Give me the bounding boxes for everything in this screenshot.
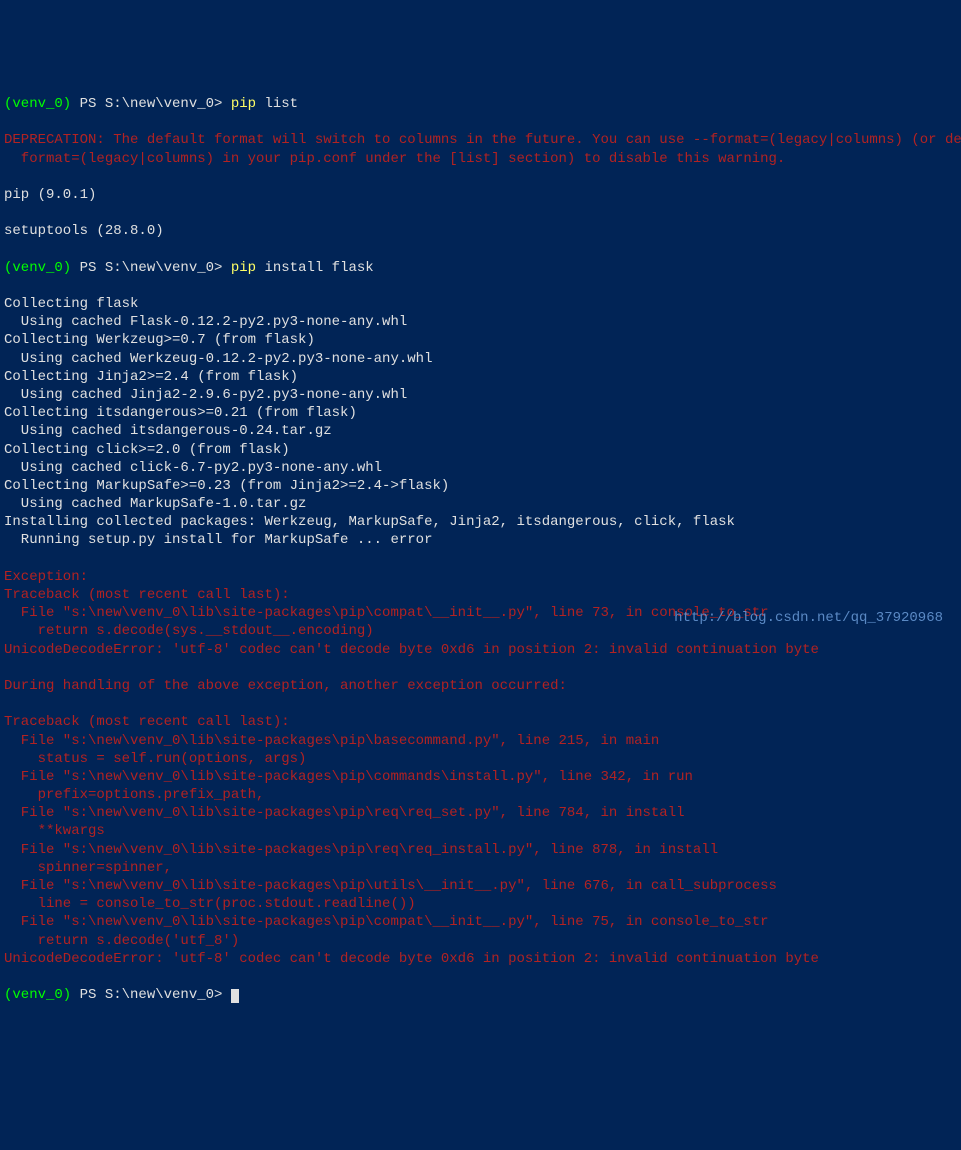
install-line: Using cached Werkzeug-0.12.2-py2.py3-non… <box>4 350 957 368</box>
deprecation-warning: DEPRECATION: The default format will swi… <box>4 131 957 167</box>
install-line: Using cached click-6.7-py2.py3-none-any.… <box>4 459 957 477</box>
error-output-block: Exception:Traceback (most recent call la… <box>4 568 957 968</box>
venv-indicator: (venv_0) <box>4 260 71 276</box>
path-indicator: PS S:\new\venv_0> <box>71 260 231 276</box>
install-line: Running setup.py install for MarkupSafe … <box>4 531 957 549</box>
error-line: File "s:\new\venv_0\lib\site-packages\pi… <box>4 913 957 931</box>
error-line: Traceback (most recent call last): <box>4 713 957 731</box>
error-line: status = self.run(options, args) <box>4 750 957 768</box>
error-line: File "s:\new\venv_0\lib\site-packages\pi… <box>4 841 957 859</box>
error-line: File "s:\new\venv_0\lib\site-packages\pi… <box>4 877 957 895</box>
error-line: line = console_to_str(proc.stdout.readli… <box>4 895 957 913</box>
install-line: Using cached Flask-0.12.2-py2.py3-none-a… <box>4 313 957 331</box>
command-binary: pip <box>231 96 265 112</box>
install-line: Using cached itsdangerous-0.24.tar.gz <box>4 422 957 440</box>
command-args: install flask <box>264 260 373 276</box>
error-line: File "s:\new\venv_0\lib\site-packages\pi… <box>4 768 957 786</box>
error-line: File "s:\new\venv_0\lib\site-packages\pi… <box>4 804 957 822</box>
install-line: Collecting Werkzeug>=0.7 (from flask) <box>4 331 957 349</box>
venv-indicator: (venv_0) <box>4 987 71 1003</box>
error-line: spinner=spinner, <box>4 859 957 877</box>
command-args: list <box>264 96 298 112</box>
cursor-icon <box>231 989 239 1003</box>
error-line: prefix=options.prefix_path, <box>4 786 957 804</box>
error-line: return s.decode('utf_8') <box>4 932 957 950</box>
pip-list-row: pip (9.0.1) <box>4 186 957 204</box>
error-line: Traceback (most recent call last): <box>4 586 957 604</box>
error-line: During handling of the above exception, … <box>4 677 957 695</box>
pip-list-row: setuptools (28.8.0) <box>4 222 957 240</box>
prompt-line-3[interactable]: (venv_0) PS S:\new\venv_0> <box>4 986 957 1004</box>
install-line: Using cached Jinja2-2.9.6-py2.py3-none-a… <box>4 386 957 404</box>
error-line: File "s:\new\venv_0\lib\site-packages\pi… <box>4 732 957 750</box>
error-line <box>4 659 957 677</box>
error-line: UnicodeDecodeError: 'utf-8' codec can't … <box>4 641 957 659</box>
error-line: UnicodeDecodeError: 'utf-8' codec can't … <box>4 950 957 968</box>
install-line: Collecting itsdangerous>=0.21 (from flas… <box>4 404 957 422</box>
command-binary: pip <box>231 260 265 276</box>
watermark-text: http://blog.csdn.net/qq_37920968 <box>674 609 943 627</box>
install-line: Collecting Jinja2>=2.4 (from flask) <box>4 368 957 386</box>
install-line: Using cached MarkupSafe-1.0.tar.gz <box>4 495 957 513</box>
prompt-line-2[interactable]: (venv_0) PS S:\new\venv_0> pip install f… <box>4 259 957 277</box>
install-line: Collecting MarkupSafe>=0.23 (from Jinja2… <box>4 477 957 495</box>
venv-indicator: (venv_0) <box>4 96 71 112</box>
path-indicator: PS S:\new\venv_0> <box>71 96 231 112</box>
install-line: Collecting flask <box>4 295 957 313</box>
install-line: Collecting click>=2.0 (from flask) <box>4 441 957 459</box>
error-line: **kwargs <box>4 822 957 840</box>
error-line: Exception: <box>4 568 957 586</box>
terminal-output: (venv_0) PS S:\new\venv_0> pip list DEPR… <box>4 77 957 1023</box>
error-line <box>4 695 957 713</box>
install-line: Installing collected packages: Werkzeug,… <box>4 513 957 531</box>
path-indicator: PS S:\new\venv_0> <box>71 987 231 1003</box>
prompt-line-1[interactable]: (venv_0) PS S:\new\venv_0> pip list <box>4 95 957 113</box>
install-output-block: Collecting flask Using cached Flask-0.12… <box>4 295 957 550</box>
